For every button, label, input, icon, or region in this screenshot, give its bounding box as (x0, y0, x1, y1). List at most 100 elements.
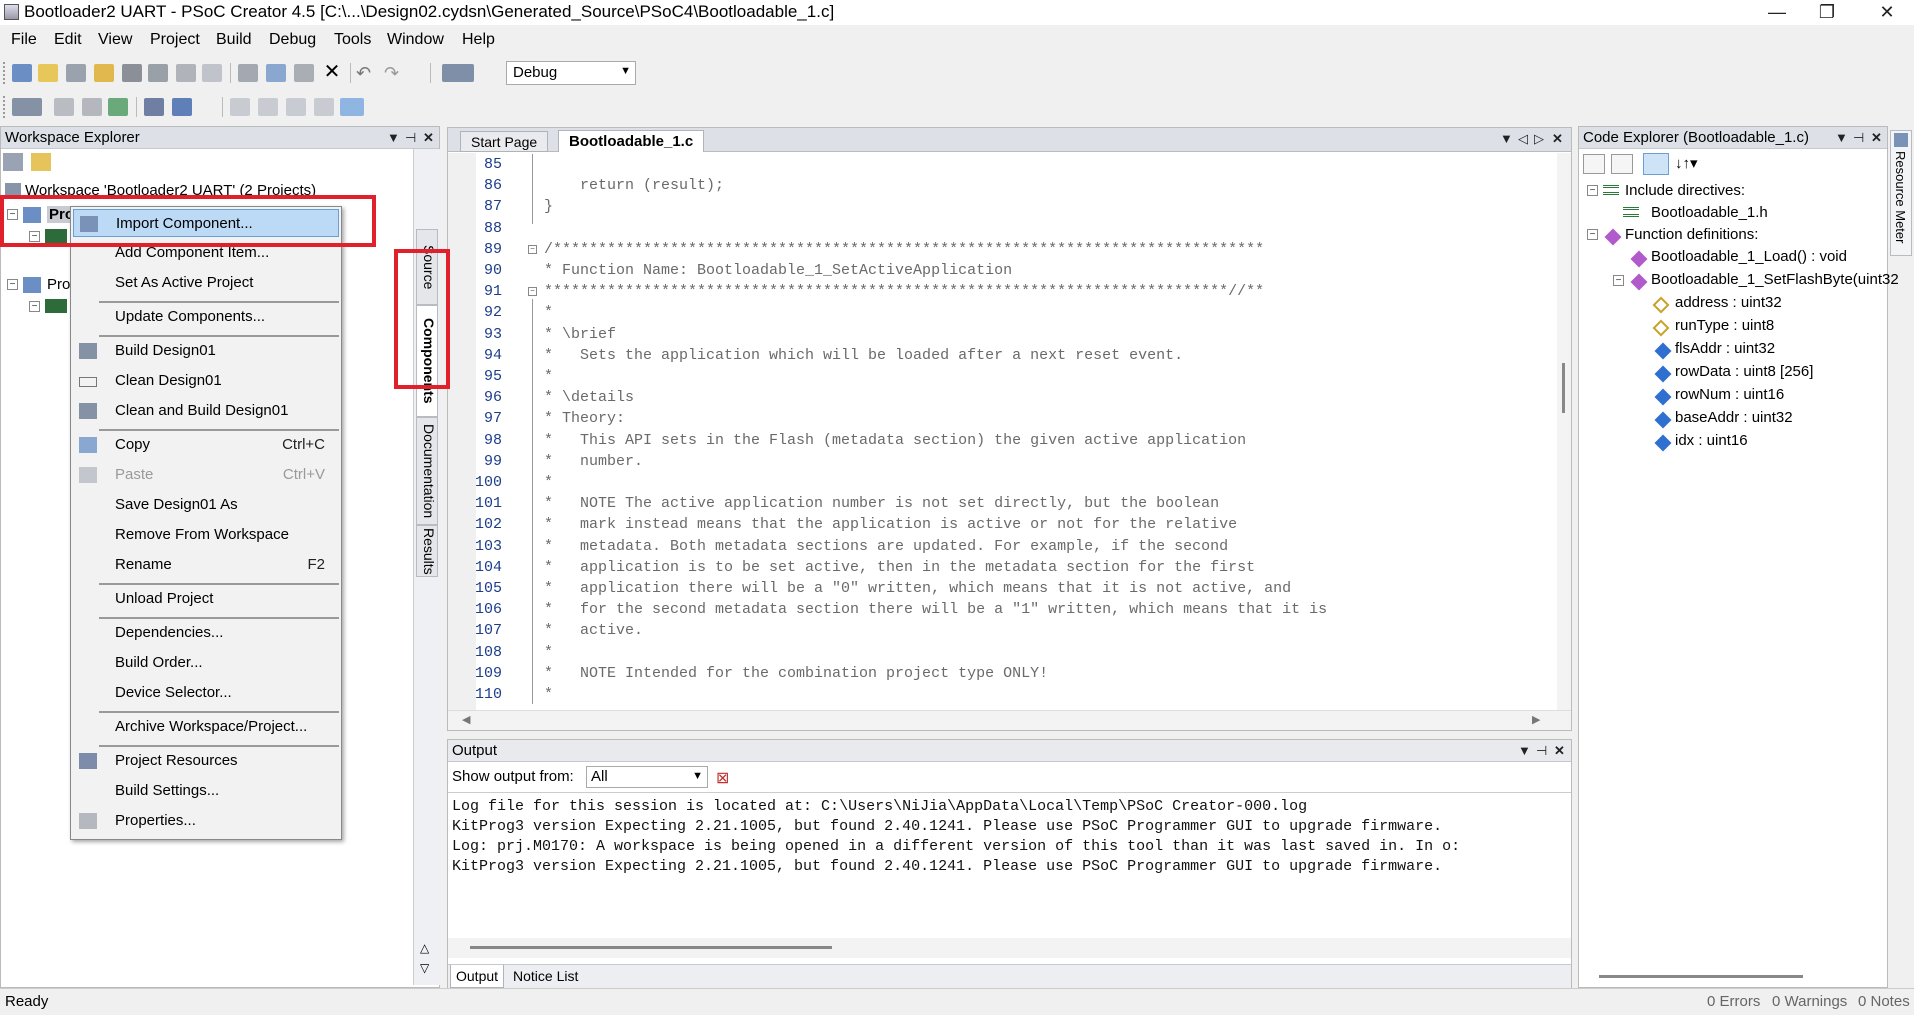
menu-file[interactable]: File (11, 31, 37, 49)
close-icon[interactable]: ✕ (1871, 127, 1882, 149)
function-definitions-node[interactable]: Function definitions: (1625, 226, 1758, 243)
vertical-scrollbar[interactable] (1557, 153, 1571, 710)
tab-bootloadable-c[interactable]: Bootloadable_1.c (558, 130, 705, 152)
menu-build-settings[interactable]: Build Settings... (73, 777, 339, 805)
menu-properties[interactable]: Properties... (73, 807, 339, 835)
horizontal-scrollbar[interactable]: ◀ ▶ (448, 710, 1571, 730)
menu-dependencies[interactable]: Dependencies... (73, 619, 339, 647)
save-all-icon[interactable] (148, 64, 168, 82)
expander-minus-icon[interactable]: − (7, 279, 18, 290)
menu-tools[interactable]: Tools (334, 31, 371, 49)
toolbar-grip[interactable] (3, 62, 7, 84)
align-right-icon[interactable] (286, 98, 306, 116)
close-icon[interactable]: ✕ (1554, 740, 1565, 762)
tab-start-page[interactable]: Start Page (460, 131, 549, 152)
copy-icon[interactable] (266, 64, 286, 82)
print-icon[interactable] (176, 64, 196, 82)
compile-icon[interactable] (82, 98, 102, 116)
collapse-all-icon[interactable] (31, 153, 51, 171)
scrollbar-thumb[interactable] (1562, 363, 1565, 413)
shape-icon[interactable] (340, 98, 364, 116)
toolbar-grip[interactable] (3, 96, 7, 118)
variable-node[interactable]: flsAddr : uint32 (1675, 340, 1775, 357)
expander-minus-icon[interactable]: − (1587, 229, 1598, 240)
fold-toggle-icon[interactable]: − (528, 287, 537, 297)
menu-save-as[interactable]: Save Design01 As (73, 491, 339, 519)
menu-debug[interactable]: Debug (269, 31, 316, 49)
close-tab-icon[interactable]: ✕ (1552, 128, 1563, 150)
delete-icon[interactable]: ✕ (322, 62, 342, 82)
menu-update-components[interactable]: Update Components... (73, 303, 339, 331)
scrollbar-thumb[interactable] (470, 946, 832, 949)
redo-icon[interactable]: ↷ (384, 64, 404, 82)
collapse-tree-icon[interactable] (1611, 154, 1633, 174)
function-setflashbyte-node[interactable]: Bootloadable_1_SetFlashByte(uint32 (1651, 271, 1899, 288)
find-icon[interactable] (442, 64, 474, 82)
menu-view[interactable]: View (98, 31, 132, 49)
param-node[interactable]: runType : uint8 (1675, 317, 1774, 334)
menu-rename[interactable]: Rename F2 (73, 551, 339, 579)
pin-icon[interactable]: ⊣ (405, 127, 416, 149)
build-icon[interactable] (12, 98, 42, 116)
menu-build[interactable]: Build (216, 31, 252, 49)
scroll-tabs-left-icon[interactable]: ◁ (1518, 128, 1528, 150)
print-preview-icon[interactable] (202, 64, 222, 82)
scroll-tabs-right-icon[interactable]: ▷ (1534, 128, 1544, 150)
pin-icon[interactable]: ⊣ (1853, 127, 1864, 149)
menu-archive[interactable]: Archive Workspace/Project... (73, 713, 339, 741)
open-folder-icon[interactable] (94, 64, 114, 82)
add-icon[interactable] (66, 64, 86, 82)
align-left-icon[interactable] (230, 98, 250, 116)
scroll-right-icon[interactable]: ▶ (1532, 713, 1540, 726)
menu-edit[interactable]: Edit (54, 31, 82, 49)
tab-list-icon[interactable]: ▼ (1500, 128, 1513, 150)
new-project-icon[interactable] (12, 64, 32, 82)
build-config-combo[interactable]: Debug ▼ (506, 61, 636, 85)
variable-node[interactable]: rowNum : uint16 (1675, 386, 1784, 403)
expander-minus-icon[interactable]: − (1587, 185, 1598, 196)
menu-help[interactable]: Help (462, 31, 495, 49)
output-horizontal-scrollbar[interactable] (448, 938, 1571, 958)
scroll-left-icon[interactable]: ◀ (462, 713, 470, 726)
sort-icon[interactable]: ↓↑▾ (1675, 154, 1705, 174)
tab-documentation[interactable]: Documentation (416, 417, 438, 525)
close-icon[interactable]: ✕ (423, 127, 434, 149)
variable-node[interactable]: baseAddr : uint32 (1675, 409, 1793, 426)
param-node[interactable]: address : uint32 (1675, 294, 1782, 311)
function-load-node[interactable]: Bootloadable_1_Load() : void (1651, 248, 1847, 265)
code-area[interactable]: 85 86 return (result); 87} 88 89 /***********… (448, 154, 1548, 704)
menu-device-selector[interactable]: Device Selector... (73, 679, 339, 707)
menu-unload-project[interactable]: Unload Project (73, 585, 339, 613)
save-icon[interactable] (122, 64, 142, 82)
panel-menu-icon[interactable]: ▼ (1518, 740, 1531, 762)
maximize-button[interactable]: ❐ (1802, 0, 1852, 25)
close-button[interactable]: ✕ (1862, 0, 1912, 25)
menu-window[interactable]: Window (387, 31, 444, 49)
align-center-icon[interactable] (258, 98, 278, 116)
undo-icon[interactable]: ↶ (356, 64, 376, 82)
menu-project-resources[interactable]: Project Resources (73, 747, 339, 775)
program-icon[interactable] (108, 98, 128, 116)
output-source-combo[interactable]: All ▼ (586, 766, 708, 788)
debug-chip-icon[interactable] (144, 98, 164, 116)
panel-menu-icon[interactable]: ▼ (387, 127, 400, 149)
tab-resource-meter[interactable]: Resource Meter (1890, 130, 1912, 256)
fold-toggle-icon[interactable]: − (528, 244, 537, 254)
menu-clean-design[interactable]: Clean Design01 (73, 367, 339, 395)
menu-clean-and-build[interactable]: Clean and Build Design01 (73, 397, 339, 425)
include-file-node[interactable]: Bootloadable_1.h (1651, 204, 1768, 221)
menu-paste[interactable]: Paste Ctrl+V (73, 461, 339, 489)
panel-menu-icon[interactable]: ▼ (1835, 127, 1848, 149)
tab-output[interactable]: Output (450, 965, 505, 988)
tab-notice-list[interactable]: Notice List (508, 965, 583, 987)
scrollbar-thumb[interactable] (1599, 975, 1803, 978)
clear-output-icon[interactable]: ⊠ (716, 768, 736, 787)
group-by-kind-icon[interactable] (1643, 153, 1669, 175)
variable-node[interactable]: rowData : uint8 [256] (1675, 363, 1813, 380)
pin-icon[interactable]: ⊣ (1536, 740, 1547, 762)
menu-build-design[interactable]: Build Design01 (73, 337, 339, 365)
new-file-icon[interactable] (38, 64, 58, 82)
scroll-down-icon[interactable]: ▽ (420, 961, 429, 975)
expand-all-icon[interactable] (1583, 154, 1605, 174)
minimize-button[interactable]: — (1752, 0, 1802, 25)
